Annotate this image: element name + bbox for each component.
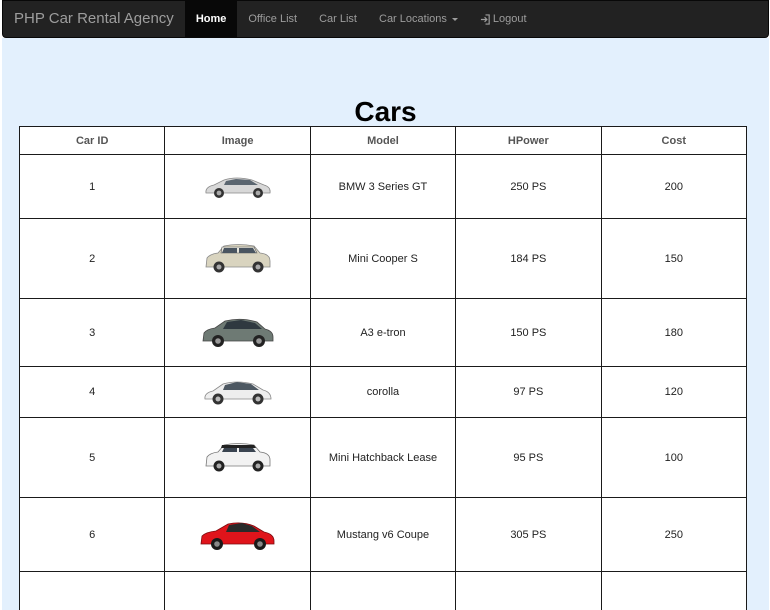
car-image (204, 381, 271, 405)
table-row: 3 A3 e-tron 150 PS 180 (18, 298, 748, 367)
cell-cost: 120 (600, 366, 748, 418)
table-row: 5 Mini Hatchback Lease 95 PS 100 (18, 417, 748, 498)
nav-office-list-label: Office List (248, 13, 298, 25)
cell-car-id: 4 (18, 366, 166, 418)
nav-home[interactable]: Home (184, 1, 238, 37)
nav-logout-label: Logout (492, 13, 527, 25)
header-car-id: Car ID (18, 126, 166, 155)
log-in-icon (480, 13, 490, 25)
cell-car-id: 1 (18, 154, 166, 219)
cell-cost: 180 (600, 298, 748, 367)
cell-model: Mini Cooper S (309, 218, 457, 299)
cell-image (164, 154, 311, 219)
car-image (205, 442, 270, 471)
cell-hpower: 95 PS (455, 417, 602, 498)
cell-car-id: 3 (18, 298, 166, 367)
brand-link[interactable]: PHP Car Rental Agency (3, 1, 185, 37)
table-row: 2 Mini Cooper S 184 PS 150 (18, 218, 748, 299)
cell-model: corolla (309, 366, 457, 418)
caret-down-icon (451, 17, 458, 21)
nav-home-label: Home (195, 13, 227, 25)
cell-hpower: 150 PS (455, 298, 602, 367)
cell-model: A3 e-tron (309, 298, 457, 367)
nav-car-locations-label: Car Locations (379, 13, 447, 25)
cell-hpower: 250 PS (455, 154, 602, 219)
car-image (202, 318, 273, 347)
page-title: Cars (354, 96, 417, 127)
cell-image (164, 366, 311, 418)
cell-image (164, 298, 311, 367)
cell-car-id: 5 (18, 417, 166, 498)
cell-hpower: 305 PS (455, 497, 602, 572)
car-image (205, 177, 271, 198)
cell-cost: 100 (600, 417, 748, 498)
cell-hpower: 184 PS (455, 218, 602, 299)
header-cost: Cost (600, 126, 748, 155)
cell-car-id: 2 (18, 218, 166, 299)
car-image (200, 521, 274, 550)
cell-image (164, 497, 311, 572)
car-image (205, 243, 270, 272)
top-navbar: PHP Car Rental Agency Home Office List C… (2, 0, 769, 38)
nav-car-locations-dropdown[interactable]: Car Locations (368, 1, 469, 37)
cell-model: BMW 3 Series GT (309, 154, 457, 219)
cars-table: Car ID Image Model HPower Cost 1 BMW 3 S… (18, 126, 748, 610)
nav-office-list[interactable]: Office List (237, 1, 308, 37)
cell-image (164, 417, 311, 498)
header-hpower: HPower (455, 126, 602, 155)
cell-cost: 250 (600, 497, 748, 572)
cell-model: Mini Hatchback Lease (309, 417, 457, 498)
table-row: 4 corolla 97 PS 120 (18, 366, 748, 418)
table-row (18, 571, 748, 610)
cell-model: Mustang v6 Coupe (309, 497, 457, 572)
header-image: Image (164, 126, 311, 155)
nav-car-list[interactable]: Car List (308, 1, 368, 37)
table-row: 1 BMW 3 Series GT 250 PS 200 (18, 154, 748, 219)
table-header-row: Car ID Image Model HPower Cost (18, 126, 748, 155)
cell-image (164, 218, 311, 299)
header-model: Model (309, 126, 457, 155)
nav-car-list-label: Car List (319, 13, 357, 25)
cell-car-id: 6 (18, 497, 166, 572)
cell-hpower: 97 PS (455, 366, 602, 418)
table-row: 6 Mustang v6 Coupe 305 PS 250 (18, 497, 748, 572)
cell-cost: 150 (600, 218, 748, 299)
nav-logout[interactable]: Logout (469, 1, 538, 37)
cell-cost: 200 (600, 154, 748, 219)
